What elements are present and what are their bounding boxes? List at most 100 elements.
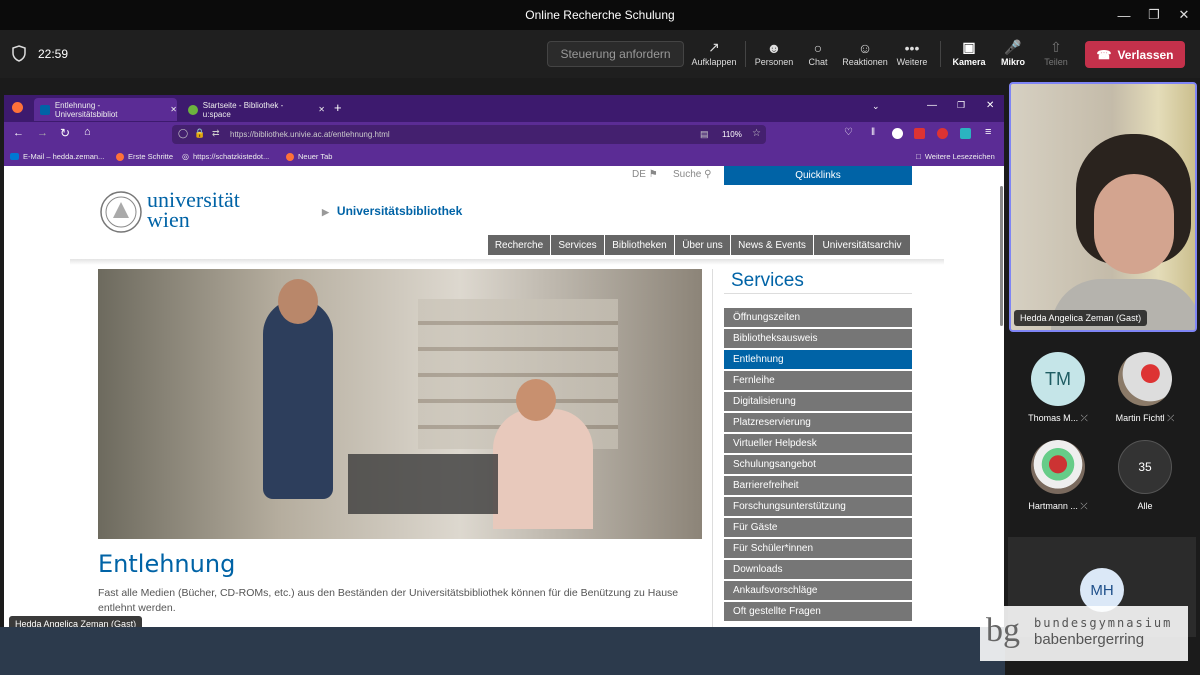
overflow-count: 35 [1118, 440, 1172, 494]
extension-icon[interactable] [892, 128, 903, 139]
univie-logo[interactable]: universität wien [99, 187, 259, 235]
reader-view-icon[interactable]: ▤ [700, 129, 709, 140]
bookmark-neuer-tab[interactable]: Neuer Tab [286, 152, 332, 161]
extension-red-icon[interactable] [914, 128, 925, 139]
bookmark-email[interactable]: E-Mail – hedda.zeman... [10, 152, 104, 161]
tab-close-icon[interactable]: ✕ [170, 105, 177, 114]
zoom-level[interactable]: 110% [722, 130, 742, 139]
browser-tab-startseite[interactable]: Startseite - Bibliothek - u:space ✕ [182, 98, 325, 121]
page-scrollbar[interactable] [1000, 186, 1003, 326]
service-bibliotheksausweis[interactable]: Bibliotheksausweis [724, 329, 912, 348]
pop-out-button[interactable]: ↗ Aufklappen [688, 38, 740, 74]
univie-page: DE ⚑ Suche ⚲ Quicklinks universität wien … [4, 166, 1004, 627]
browser-minimize-icon[interactable]: — [927, 100, 937, 111]
reload-icon[interactable]: ↻ [60, 126, 70, 140]
library-icon[interactable]: ‖ [871, 127, 875, 138]
mic-muted-icon: ⤫ [1080, 413, 1088, 423]
language-switch[interactable]: DE ⚑ [632, 169, 658, 180]
service-faq[interactable]: Oft gestellte Fragen [724, 602, 912, 621]
bookmark-schatzkiste[interactable]: ◎ https://schatzkistedot... [182, 152, 269, 161]
nav-services[interactable]: Services [551, 235, 604, 255]
extension-help-icon[interactable] [937, 128, 948, 139]
mic-muted-icon: ⤫ [1167, 413, 1175, 423]
service-forschungsunterstuetzung[interactable]: Forschungsunterstützung [724, 497, 912, 516]
bookmark-star-icon[interactable]: ☆ [752, 128, 761, 139]
show-all-participants[interactable]: 35 Alle [1104, 440, 1186, 511]
menu-icon[interactable]: ≡ [985, 126, 991, 138]
shield-icon [12, 45, 26, 62]
university-seal-icon [100, 191, 142, 233]
triangle-right-icon: ▶ [322, 207, 329, 217]
hero-image [98, 269, 702, 539]
nav-news-events[interactable]: News & Events [731, 235, 813, 255]
share-button[interactable]: ⇧ Teilen [1030, 38, 1082, 74]
self-video-tile[interactable]: Hedda Angelica Zeman (Gast) [1009, 82, 1197, 332]
window-title: Online Recherche Schulung [525, 8, 675, 22]
url-bar[interactable]: ◯ 🔒 ⇄ https://bibliothek.univie.ac.at/en… [172, 125, 766, 144]
browser-close-icon[interactable]: ✕ [986, 100, 994, 111]
bookmark-other[interactable]: □ Weitere Lesezeichen [916, 152, 995, 161]
uspace-favicon-icon [188, 104, 198, 115]
site-search[interactable]: Suche ⚲ [673, 169, 711, 180]
nav-universitaetsarchiv[interactable]: Universitätsarchiv [814, 235, 910, 255]
mail-icon [10, 153, 19, 160]
leave-button[interactable]: ☎ Verlassen [1085, 41, 1185, 68]
permissions-icon: ⇄ [212, 128, 220, 138]
flag-icon: ⚑ [648, 169, 658, 180]
nav-recherche[interactable]: Recherche [488, 235, 550, 255]
new-tab-icon[interactable]: + [334, 100, 342, 115]
tab-close-icon[interactable]: ✕ [318, 105, 325, 114]
service-downloads[interactable]: Downloads [724, 560, 912, 579]
pocket-icon[interactable]: ♡ [844, 127, 853, 138]
self-name-label: Hedda Angelica Zeman (Gast) [1014, 310, 1148, 326]
close-icon[interactable]: ✕ [1166, 0, 1200, 30]
chat-button[interactable]: ○ Chat [792, 38, 844, 74]
tab-list-icon[interactable]: ⌄ [872, 101, 880, 112]
folder-icon: □ [916, 152, 921, 161]
service-platzreservierung[interactable]: Platzreservierung [724, 413, 912, 432]
breadcrumb[interactable]: ▶ Universitätsbibliothek [322, 204, 462, 218]
quicklinks-button[interactable]: Quicklinks [724, 166, 912, 185]
home-icon[interactable]: ⌂ [84, 126, 91, 138]
extension-s-icon[interactable] [960, 128, 971, 139]
browser-restore-icon[interactable]: ❐ [957, 100, 965, 111]
service-fuer-gaeste[interactable]: Für Gäste [724, 518, 912, 537]
service-virtueller-helpdesk[interactable]: Virtueller Helpdesk [724, 434, 912, 453]
service-ankaufsvorschlaege[interactable]: Ankaufsvorschläge [724, 581, 912, 600]
service-digitalisierung[interactable]: Digitalisierung [724, 392, 912, 411]
bookmark-erste-schritte[interactable]: Erste Schritte [116, 152, 173, 161]
participant-tile-tm[interactable]: TM Thomas M... ⤫ [1018, 352, 1098, 424]
participant-tile-martin-fichtl[interactable]: Martin Fichtl ⤫ [1104, 352, 1186, 424]
reactions-button[interactable]: ☺ Reaktionen [839, 38, 891, 74]
more-icon: ••• [904, 39, 920, 56]
tracking-shield-icon: ◯ [178, 128, 189, 138]
avatar [1118, 352, 1172, 406]
logo-wordmark: universität wien [147, 187, 240, 232]
nav-bibliotheken[interactable]: Bibliotheken [605, 235, 674, 255]
window-titlebar: Online Recherche Schulung [0, 0, 1200, 30]
browser-tab-entlehnung[interactable]: Entlehnung - Universitätsbibliot ✕ [34, 98, 177, 121]
page-intro: Fast alle Medien (Bücher, CD-ROMs, etc.)… [98, 587, 679, 614]
service-schulungsangebot[interactable]: Schulungsangebot [724, 455, 912, 474]
service-fernleihe[interactable]: Fernleihe [724, 371, 912, 390]
mic-muted-icon: ⤫ [1080, 501, 1088, 511]
bookmarks-bar: E-Mail – hedda.zeman... Erste Schritte ◎… [4, 147, 1004, 166]
lock-icon: 🔒 [194, 128, 206, 138]
firefox-icon [286, 152, 294, 161]
url-text: https://bibliothek.univie.ac.at/entlehnu… [230, 130, 390, 139]
more-button[interactable]: ••• Weitere [886, 38, 938, 74]
firefox-icon [116, 152, 124, 161]
chat-icon: ○ [813, 39, 823, 56]
back-icon[interactable]: ← [13, 127, 24, 139]
request-control-button[interactable]: Steuerung anfordern [547, 41, 684, 67]
participant-tile-hartmann[interactable]: Hartmann ... ⤫ [1018, 440, 1098, 512]
nav-ueber-uns[interactable]: Über uns [675, 235, 730, 255]
service-fuer-schueler[interactable]: Für Schüler*innen [724, 539, 912, 558]
forward-icon[interactable]: → [37, 127, 48, 139]
service-barrierefreiheit[interactable]: Barrierefreiheit [724, 476, 912, 495]
service-oeffnungszeiten[interactable]: Öffnungszeiten [724, 308, 912, 327]
page-title: Entlehnung [98, 550, 236, 578]
services-title: Services [731, 270, 804, 291]
service-entlehnung[interactable]: Entlehnung [724, 350, 912, 369]
hangup-icon: ☎ [1096, 47, 1112, 62]
